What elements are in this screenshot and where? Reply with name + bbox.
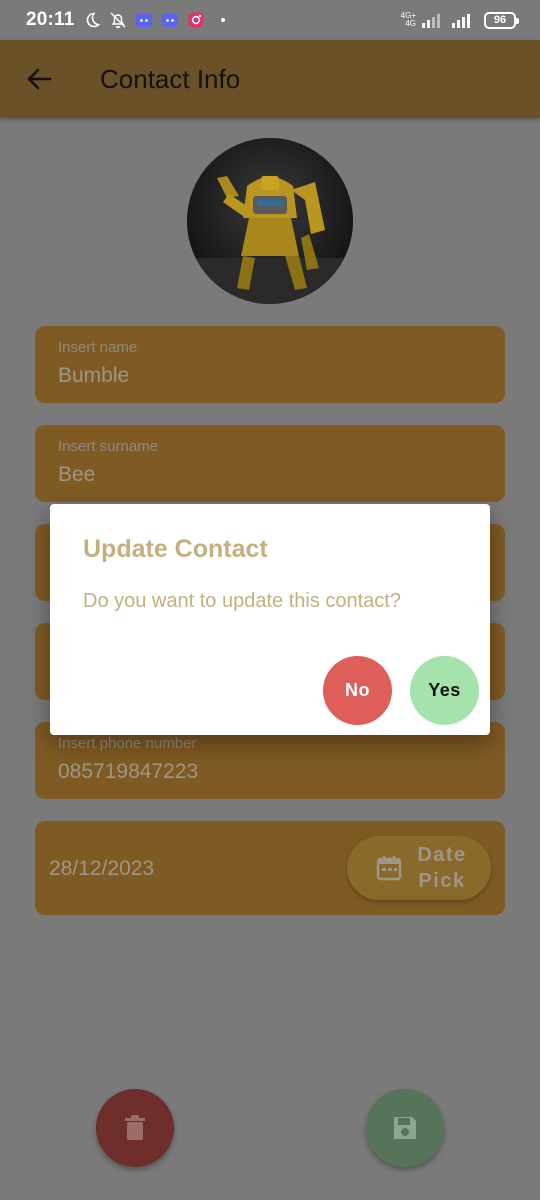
network-type: 4G+ 4G	[400, 11, 416, 28]
app-bar: Contact Info	[0, 40, 540, 118]
more-notifications-dot-icon	[220, 18, 225, 22]
discord-icon	[135, 11, 153, 29]
save-button[interactable]	[366, 1089, 444, 1167]
no-button[interactable]: No	[323, 656, 392, 725]
status-system-icons: 4G+ 4G 96	[400, 11, 519, 29]
phone-field-label: Insert phone number	[58, 735, 197, 752]
surname-field-label: Insert surname	[58, 438, 159, 455]
do-not-disturb-moon-icon	[83, 11, 101, 29]
delete-button[interactable]	[96, 1089, 174, 1167]
status-time: 20:11	[26, 9, 75, 30]
yes-button[interactable]: Yes	[410, 656, 479, 725]
dialog-message: Do you want to update this contact?	[83, 590, 401, 612]
arrow-back-icon	[27, 68, 52, 90]
contact-avatar[interactable]	[187, 138, 353, 304]
signal-strength-icon	[422, 13, 440, 28]
surname-field[interactable]: Insert surname Bee	[35, 425, 505, 502]
battery-icon: 96	[484, 11, 519, 29]
floppy-disk-icon	[394, 1117, 416, 1139]
notifications-off-icon	[109, 11, 127, 29]
date-value: 28/12/2023	[49, 857, 155, 880]
back-button[interactable]	[19, 59, 59, 99]
status-notification-icons	[83, 11, 225, 29]
date-pick-label: Date Pick	[417, 844, 467, 892]
surname-field-value[interactable]: Bee	[58, 463, 95, 487]
phone-field-value[interactable]: 085719847223	[58, 760, 198, 784]
instagram-icon	[187, 11, 205, 29]
name-field-label: Insert name	[58, 339, 138, 356]
name-field-value[interactable]: Bumble	[58, 364, 129, 388]
calendar-icon	[376, 856, 402, 881]
battery-level: 96	[493, 14, 507, 26]
date-pick-button[interactable]: Date Pick	[347, 836, 491, 900]
discord-icon	[161, 11, 179, 29]
signal-strength-icon	[452, 13, 470, 28]
page-title: Contact Info	[100, 63, 241, 94]
avatar-robot-image	[187, 138, 353, 304]
dialog-title: Update Contact	[83, 535, 268, 563]
name-field[interactable]: Insert name Bumble	[35, 326, 505, 403]
update-contact-dialog: Update Contact Do you want to update thi…	[50, 504, 490, 735]
date-field: 28/12/2023 Date Pick	[35, 821, 505, 915]
trash-icon	[125, 1115, 145, 1140]
status-bar: 20:11 4G+ 4G 96	[0, 0, 540, 40]
